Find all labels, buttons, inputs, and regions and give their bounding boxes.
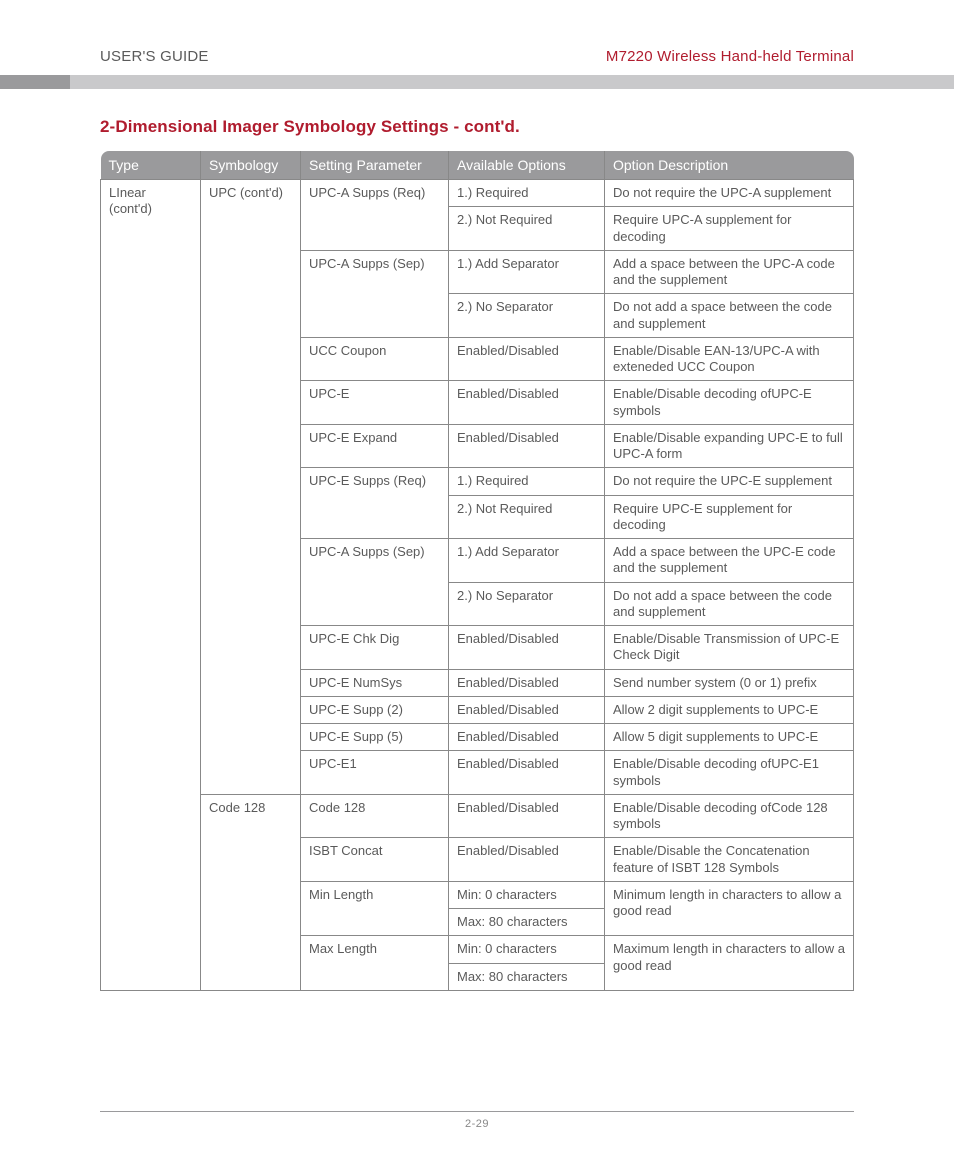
cell-description: Minimum length in characters to allow a …: [605, 881, 854, 936]
col-symbology: Symbology: [201, 151, 301, 180]
cell-option: Enabled/Disabled: [449, 381, 605, 425]
cell-parameter: UPC-E Supps (Req): [301, 468, 449, 539]
col-type: Type: [101, 151, 201, 180]
cell-description: Require UPC-E supplement for decoding: [605, 495, 854, 539]
cell-option: Min: 0 characters: [449, 936, 605, 963]
cell-parameter: Code 128: [301, 794, 449, 838]
cell-parameter: UPC-E1: [301, 751, 449, 795]
header-bar: [0, 75, 954, 89]
cell-description: Enable/Disable decoding ofCode 128 symbo…: [605, 794, 854, 838]
table-body: LInear (cont'd)UPC (cont'd)UPC-A Supps (…: [101, 180, 854, 991]
cell-parameter: UPC-A Supps (Sep): [301, 250, 449, 337]
cell-option: Enabled/Disabled: [449, 794, 605, 838]
cell-description: Enable/Disable decoding ofUPC-E1 symbols: [605, 751, 854, 795]
cell-option: 1.) Required: [449, 180, 605, 207]
table-row: LInear (cont'd)UPC (cont'd)UPC-A Supps (…: [101, 180, 854, 207]
cell-parameter: UPC-E: [301, 381, 449, 425]
cell-description: Enable/Disable decoding ofUPC-E symbols: [605, 381, 854, 425]
cell-description: Add a space between the UPC-A code and t…: [605, 250, 854, 294]
cell-description: Enable/Disable the Concatenation feature…: [605, 838, 854, 882]
header-rule: [60, 75, 894, 89]
cell-description: Allow 2 digit supplements to UPC-E: [605, 696, 854, 723]
table-row: Code 128Code 128Enabled/DisabledEnable/D…: [101, 794, 854, 838]
table-head: Type Symbology Setting Parameter Availab…: [101, 151, 854, 180]
cell-option: Enabled/Disabled: [449, 724, 605, 751]
col-options: Available Options: [449, 151, 605, 180]
cell-symbology: Code 128: [201, 794, 301, 990]
cell-description: Enable/Disable Transmission of UPC-E Che…: [605, 626, 854, 670]
cell-option: 2.) No Separator: [449, 294, 605, 338]
section-title: 2-Dimensional Imager Symbology Settings …: [100, 117, 854, 137]
cell-type: LInear (cont'd): [101, 180, 201, 991]
cell-description: Do not add a space between the code and …: [605, 294, 854, 338]
cell-option: Enabled/Disabled: [449, 669, 605, 696]
cell-description: Enable/Disable EAN-13/UPC-A with extened…: [605, 337, 854, 381]
cell-parameter: ISBT Concat: [301, 838, 449, 882]
cell-description: Enable/Disable expanding UPC-E to full U…: [605, 424, 854, 468]
cell-description: Do not require the UPC-A supplement: [605, 180, 854, 207]
cell-option: Enabled/Disabled: [449, 424, 605, 468]
cell-parameter: UPC-E NumSys: [301, 669, 449, 696]
cell-option: Enabled/Disabled: [449, 626, 605, 670]
cell-description: Maximum length in characters to allow a …: [605, 936, 854, 991]
cell-parameter: UPC-A Supps (Req): [301, 180, 449, 251]
cell-option: Min: 0 characters: [449, 881, 605, 908]
header-left: USER'S GUIDE: [100, 48, 209, 65]
cell-parameter: UPC-A Supps (Sep): [301, 539, 449, 626]
cell-option: Enabled/Disabled: [449, 337, 605, 381]
cell-option: 2.) Not Required: [449, 495, 605, 539]
cell-option: 2.) Not Required: [449, 207, 605, 251]
cell-option: Max: 80 characters: [449, 909, 605, 936]
page-number: 2-29: [60, 1118, 894, 1130]
cell-description: Allow 5 digit supplements to UPC-E: [605, 724, 854, 751]
cell-description: Do not add a space between the code and …: [605, 582, 854, 626]
cell-parameter: Min Length: [301, 881, 449, 936]
cell-parameter: UPC-E Chk Dig: [301, 626, 449, 670]
col-desc: Option Description: [605, 151, 854, 180]
cell-option: 1.) Required: [449, 468, 605, 495]
cell-option: 2.) No Separator: [449, 582, 605, 626]
cell-option: 1.) Add Separator: [449, 250, 605, 294]
cell-parameter: UPC-E Supp (5): [301, 724, 449, 751]
cell-parameter: UPC-E Supp (2): [301, 696, 449, 723]
cell-option: 1.) Add Separator: [449, 539, 605, 583]
cell-parameter: Max Length: [301, 936, 449, 991]
cell-parameter: UPC-E Expand: [301, 424, 449, 468]
symbology-table: Type Symbology Setting Parameter Availab…: [100, 151, 854, 991]
cell-description: Add a space between the UPC-E code and t…: [605, 539, 854, 583]
cell-description: Send number system (0 or 1) prefix: [605, 669, 854, 696]
cell-parameter: UCC Coupon: [301, 337, 449, 381]
running-header: USER'S GUIDE M7220 Wireless Hand-held Te…: [100, 48, 854, 65]
cell-option: Enabled/Disabled: [449, 838, 605, 882]
cell-option: Enabled/Disabled: [449, 751, 605, 795]
cell-description: Do not require the UPC-E supplement: [605, 468, 854, 495]
cell-option: Enabled/Disabled: [449, 696, 605, 723]
cell-option: Max: 80 characters: [449, 963, 605, 990]
cell-description: Require UPC-A supplement for decoding: [605, 207, 854, 251]
cell-symbology: UPC (cont'd): [201, 180, 301, 795]
document-page: USER'S GUIDE M7220 Wireless Hand-held Te…: [0, 0, 954, 1170]
header-right: M7220 Wireless Hand-held Terminal: [606, 48, 854, 65]
col-param: Setting Parameter: [301, 151, 449, 180]
header-bar-accent: [0, 75, 70, 89]
